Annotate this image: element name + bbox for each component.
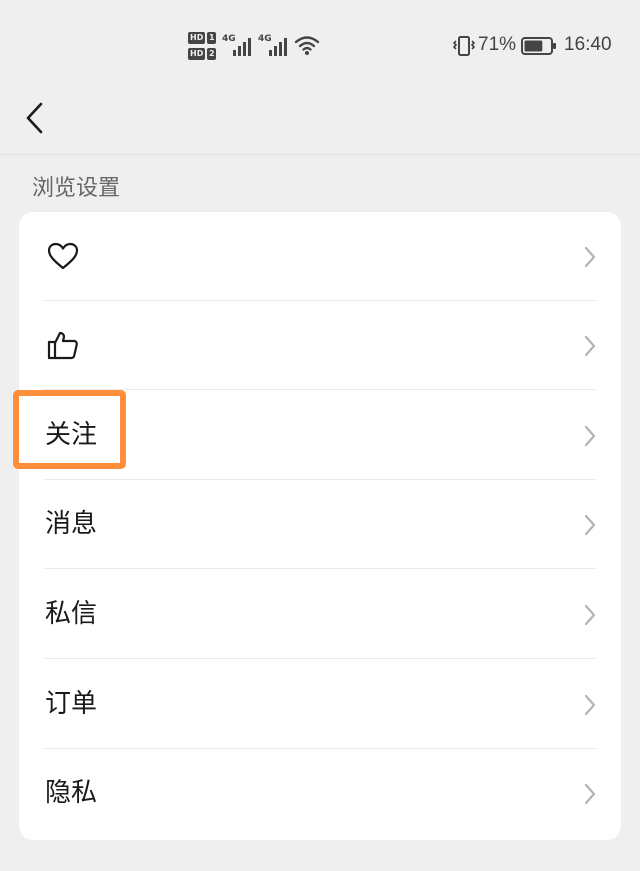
- chevron-right-icon: [584, 604, 596, 626]
- chevron-right-icon: [584, 246, 596, 268]
- chevron-right-icon: [584, 425, 596, 447]
- row-label-orders: 订单: [45, 689, 98, 719]
- chevron-right-icon: [584, 335, 596, 357]
- battery-percent: 71%: [478, 34, 517, 55]
- sim1-indicator: HD 1: [188, 30, 218, 46]
- nav-bar: [0, 92, 640, 155]
- back-arrow-icon: [26, 102, 43, 134]
- chevron-right-icon: [584, 694, 596, 716]
- row-follow[interactable]: 关注: [19, 391, 621, 480]
- row-privacy[interactable]: 隐私: [19, 749, 621, 838]
- row-direct-messages[interactable]: 私信: [19, 570, 621, 659]
- divider: [44, 389, 596, 390]
- row-label-follow: 关注: [45, 420, 98, 450]
- sim-badges: HD 1 HD 2: [188, 30, 218, 64]
- chevron-right-icon: [584, 514, 596, 536]
- row-messages[interactable]: 消息: [19, 480, 621, 569]
- settings-card: 关注 消息 私信 订单 隐私: [19, 212, 621, 840]
- divider: [44, 568, 596, 569]
- row-heart[interactable]: [19, 212, 621, 301]
- sim2-hd-badge: HD: [188, 48, 206, 60]
- wifi-icon: [294, 36, 320, 55]
- row-label-messages: 消息: [45, 509, 98, 539]
- sim1-hd-badge: HD: [188, 32, 206, 44]
- back-button[interactable]: [14, 96, 54, 140]
- sim2-indicator: HD 2: [188, 46, 218, 62]
- row-thumbs-up[interactable]: [19, 301, 621, 390]
- thumbs-up-icon: [47, 331, 78, 360]
- signal-bars-2: [269, 38, 287, 56]
- heart-icon: [47, 242, 79, 270]
- clock: 16:40: [564, 34, 612, 55]
- vibrate-icon: [452, 36, 476, 56]
- status-bar: HD 1 HD 2 4G 4G 71% 16:40: [0, 0, 640, 92]
- signal-icon: 4G: [222, 34, 258, 56]
- battery-icon: [521, 37, 556, 55]
- chevron-right-icon: [584, 783, 596, 805]
- row-label-privacy: 隐私: [45, 778, 98, 808]
- row-orders[interactable]: 订单: [19, 660, 621, 749]
- sim1-slot: 1: [207, 32, 217, 44]
- divider: [44, 658, 596, 659]
- section-title: 浏览设置: [32, 176, 121, 201]
- signal-bars-1: [233, 38, 251, 56]
- row-label-direct-messages: 私信: [45, 599, 98, 629]
- signal-icon-2: 4G: [258, 34, 294, 56]
- sim2-slot: 2: [207, 48, 217, 60]
